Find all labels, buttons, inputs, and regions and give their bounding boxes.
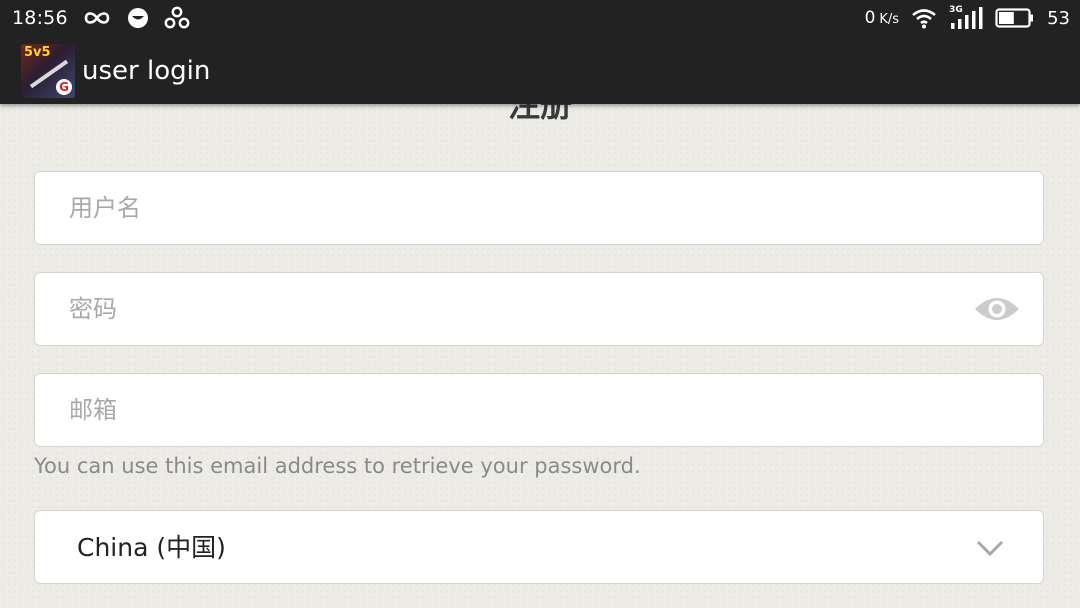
status-right-group: 0 K/s 3G 53 <box>865 0 1070 36</box>
app-title: user login <box>82 56 211 86</box>
country-select[interactable]: China (中国) <box>34 510 1044 584</box>
net-speed-value: 0 <box>864 8 876 28</box>
app-logo-mark: G <box>56 79 72 95</box>
battery-icon <box>995 7 1035 29</box>
chevron-down-icon <box>975 536 1005 560</box>
net-speed-unit: K/s <box>879 12 900 27</box>
status-left-group: 18:56 <box>12 0 190 36</box>
app-icon-badge: 5v5 <box>24 45 51 60</box>
net-speed: 0 K/s <box>865 8 900 28</box>
eye-icon[interactable] <box>973 291 1021 327</box>
country-selected-value: China (中国) <box>77 533 226 562</box>
app-icon[interactable]: 5v5 G <box>21 44 75 98</box>
username-field <box>34 171 1044 245</box>
email-hint: You can use this email address to retrie… <box>34 454 641 478</box>
status-bar: 18:56 0 K/s 3G 53 <box>0 0 1080 36</box>
status-time: 18:56 <box>12 7 68 29</box>
email-field <box>34 373 1044 447</box>
app-bar: 5v5 G user login <box>0 36 1080 104</box>
network-type-label: 3G <box>949 5 963 15</box>
email-input[interactable] <box>35 374 1043 446</box>
password-input[interactable] <box>35 273 1043 345</box>
signal-icon: 3G <box>949 5 983 30</box>
username-input[interactable] <box>35 172 1043 244</box>
tunnel-icon <box>164 6 190 30</box>
wifi-icon <box>911 7 937 29</box>
battery-level: 53 <box>1047 7 1070 29</box>
infinity-icon <box>82 9 112 27</box>
chat-bubble-icon <box>126 6 150 30</box>
password-field <box>34 272 1044 346</box>
